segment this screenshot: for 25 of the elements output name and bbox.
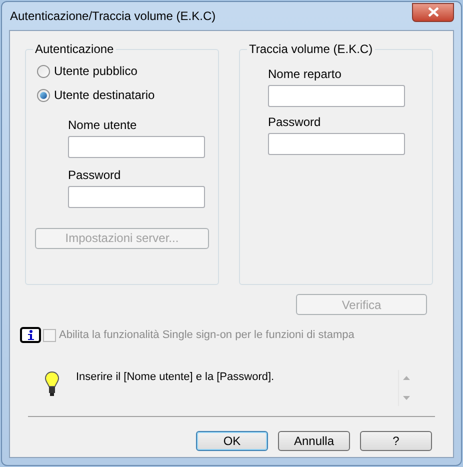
- group-title: Traccia volume (E.K.C): [247, 41, 375, 57]
- close-button[interactable]: [412, 2, 454, 22]
- close-icon: [428, 7, 438, 17]
- radio-button[interactable]: [37, 89, 50, 102]
- scroll-down-icon[interactable]: [402, 396, 410, 400]
- dialog-button[interactable]: ?: [360, 431, 432, 451]
- window-title: Autenticazione/Traccia volume (E.K.C): [9, 8, 216, 25]
- field-label: Password: [68, 168, 122, 183]
- radio-button[interactable]: [37, 65, 50, 78]
- checkbox-label: Abilita la funzionalità Single sign-on per le funzioni di stampa: [59, 328, 354, 342]
- text-field[interactable]: [268, 85, 405, 107]
- scroll-up-icon[interactable]: [402, 376, 410, 380]
- info-icon[interactable]: [20, 327, 41, 343]
- field-label: Nome utente: [68, 118, 138, 133]
- field-label: Nome reparto: [268, 67, 342, 82]
- text-field[interactable]: [68, 186, 205, 208]
- radio-label: Utente destinatario: [54, 88, 155, 103]
- field-label: Password: [268, 115, 322, 130]
- dialog-button[interactable]: Annulla: [278, 431, 350, 451]
- lightbulb-icon: [44, 371, 60, 397]
- dialog-button[interactable]: OK: [196, 431, 268, 451]
- text-field[interactable]: [268, 133, 405, 155]
- radio-label: Utente pubblico: [54, 64, 138, 79]
- hint-text: Inserire il [Nome utente] e la [Password].: [76, 370, 276, 385]
- text-field[interactable]: [68, 136, 205, 158]
